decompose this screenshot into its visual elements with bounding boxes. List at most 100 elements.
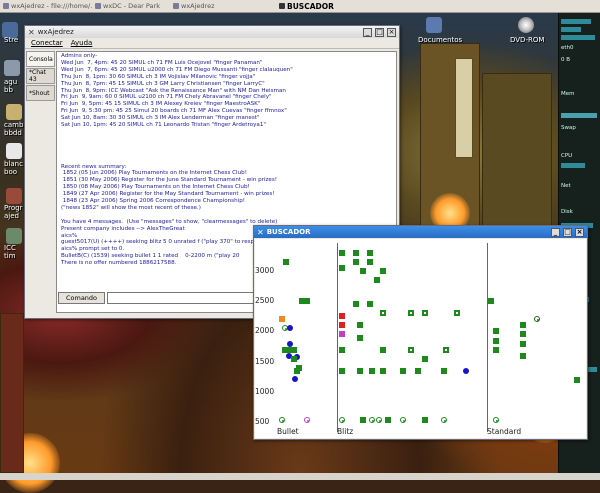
seek-marker[interactable] (414, 367, 421, 374)
seek-marker[interactable] (488, 298, 494, 305)
tab-shout[interactable]: *Shout (26, 85, 55, 101)
seek-marker[interactable] (408, 346, 414, 353)
seek-marker[interactable] (339, 367, 345, 374)
agu-icon[interactable] (4, 60, 20, 76)
maximize-button[interactable]: □ (375, 27, 384, 37)
folder-icon[interactable] (6, 104, 22, 120)
seek-marker[interactable] (574, 376, 581, 383)
seek-marker[interactable] (339, 265, 345, 272)
seek-marker[interactable] (380, 367, 387, 374)
seek-marker[interactable] (399, 416, 406, 423)
seek-marker[interactable] (380, 310, 387, 317)
seek-marker[interactable] (279, 316, 285, 323)
desktop-icon-label[interactable]: agu (4, 78, 17, 86)
seek-marker[interactable] (290, 346, 297, 353)
desktop-icon-label[interactable]: DVD-ROM (510, 36, 544, 44)
seek-marker[interactable] (533, 316, 540, 323)
seek-marker[interactable] (519, 331, 526, 338)
close-button[interactable]: × (575, 227, 584, 237)
menu-ayuda[interactable]: Ayuda (71, 39, 93, 47)
minimize-button[interactable]: _ (551, 227, 560, 237)
seek-graph[interactable]: 500 1000 1500 2000 2500 3000 Bullet Blitz Standa… (255, 239, 586, 438)
seek-marker[interactable] (283, 259, 289, 266)
seek-marker[interactable] (492, 337, 499, 344)
seek-marker[interactable] (369, 416, 376, 423)
seek-marker[interactable] (290, 355, 297, 362)
seek-marker[interactable] (376, 416, 383, 423)
seek-marker[interactable] (294, 367, 300, 374)
command-input[interactable] (107, 292, 257, 304)
seek-marker[interactable] (380, 346, 387, 353)
seek-marker[interactable] (441, 367, 448, 374)
comando-button[interactable]: Comando (58, 292, 105, 304)
seek-marker[interactable] (352, 250, 359, 256)
seek-marker[interactable] (291, 375, 298, 382)
seek-marker[interactable] (442, 346, 449, 353)
dvd-rom-icon[interactable] (518, 17, 534, 33)
seek-marker[interactable] (356, 322, 363, 329)
minimize-button[interactable]: _ (363, 27, 372, 37)
seek-marker[interactable] (384, 416, 391, 423)
documents-folder-icon[interactable] (426, 17, 442, 33)
seek-marker[interactable] (339, 313, 345, 320)
seek-marker[interactable] (339, 346, 345, 353)
seek-marker[interactable] (352, 259, 359, 266)
maximize-button[interactable]: □ (563, 227, 572, 237)
desktop-icon-label[interactable]: boo (4, 168, 17, 176)
seek-marker[interactable] (519, 322, 526, 329)
seek-marker[interactable] (356, 367, 363, 374)
seek-marker[interactable] (519, 340, 526, 347)
seek-marker[interactable] (352, 301, 359, 308)
desktop-icon-label[interactable]: ICC (4, 244, 16, 252)
desktop-icon-label[interactable]: bbdd (4, 129, 22, 137)
seek-marker[interactable] (366, 301, 373, 308)
seek-marker[interactable] (304, 416, 310, 423)
desktop-icon-label[interactable]: Progr (4, 204, 22, 212)
seek-marker[interactable] (408, 310, 414, 317)
seek-marker[interactable] (421, 416, 428, 423)
icc-icon[interactable] (6, 228, 22, 244)
seek-marker[interactable] (286, 325, 293, 332)
seek-marker[interactable] (463, 367, 470, 374)
taskbar-item[interactable]: wxAjedrez - file:///home/... (0, 1, 92, 12)
tab-consola[interactable]: Consola (26, 51, 55, 67)
seek-marker[interactable] (359, 416, 366, 423)
seek-marker[interactable] (421, 355, 428, 362)
seek-marker[interactable] (492, 328, 499, 335)
desktop-icon-label[interactable]: ajed (4, 212, 19, 220)
desktop-icon-label[interactable]: Documentos (418, 36, 462, 44)
program-icon[interactable] (6, 188, 22, 204)
desktop-icon-label[interactable]: tim (4, 252, 16, 260)
menu-conectar[interactable]: Conectar (31, 39, 63, 47)
seek-marker[interactable] (492, 346, 499, 353)
seek-marker[interactable] (441, 416, 448, 423)
seek-marker[interactable] (453, 310, 460, 317)
seek-marker[interactable] (339, 322, 345, 329)
seek-marker[interactable] (421, 310, 428, 317)
seek-marker[interactable] (369, 367, 376, 374)
document-icon[interactable] (6, 143, 22, 159)
seek-marker[interactable] (380, 268, 387, 275)
seek-marker[interactable] (339, 416, 345, 423)
taskbar-item[interactable]: wxAjedrez (170, 1, 276, 12)
seek-marker[interactable] (366, 259, 373, 266)
taskbar-item-active[interactable]: BUSCADOR (276, 1, 396, 12)
desktop-icon-label[interactable]: blanc (4, 160, 23, 168)
seek-marker[interactable] (399, 367, 406, 374)
taskbar-item[interactable]: wxDC - Dear Park (92, 1, 170, 12)
close-button[interactable]: × (387, 27, 396, 37)
desktop-icon-label[interactable]: camb (4, 121, 23, 129)
seek-marker[interactable] (519, 352, 526, 359)
wxajedrez-titlebar[interactable]: ✕ wxAjedrez _ □ × (25, 26, 399, 38)
seek-marker[interactable] (492, 416, 499, 423)
buscador-titlebar[interactable]: ✕ BUSCADOR _ □ × (254, 226, 587, 238)
seek-marker[interactable] (359, 268, 366, 275)
seek-marker[interactable] (339, 331, 345, 338)
desktop-icon-label[interactable]: Stre (4, 36, 18, 44)
seek-marker[interactable] (366, 250, 373, 256)
seek-marker[interactable] (304, 298, 310, 305)
seek-marker[interactable] (373, 277, 380, 284)
desktop-icon-label[interactable]: bb (4, 86, 13, 94)
seek-marker[interactable] (339, 250, 345, 256)
seek-marker[interactable] (279, 416, 285, 423)
